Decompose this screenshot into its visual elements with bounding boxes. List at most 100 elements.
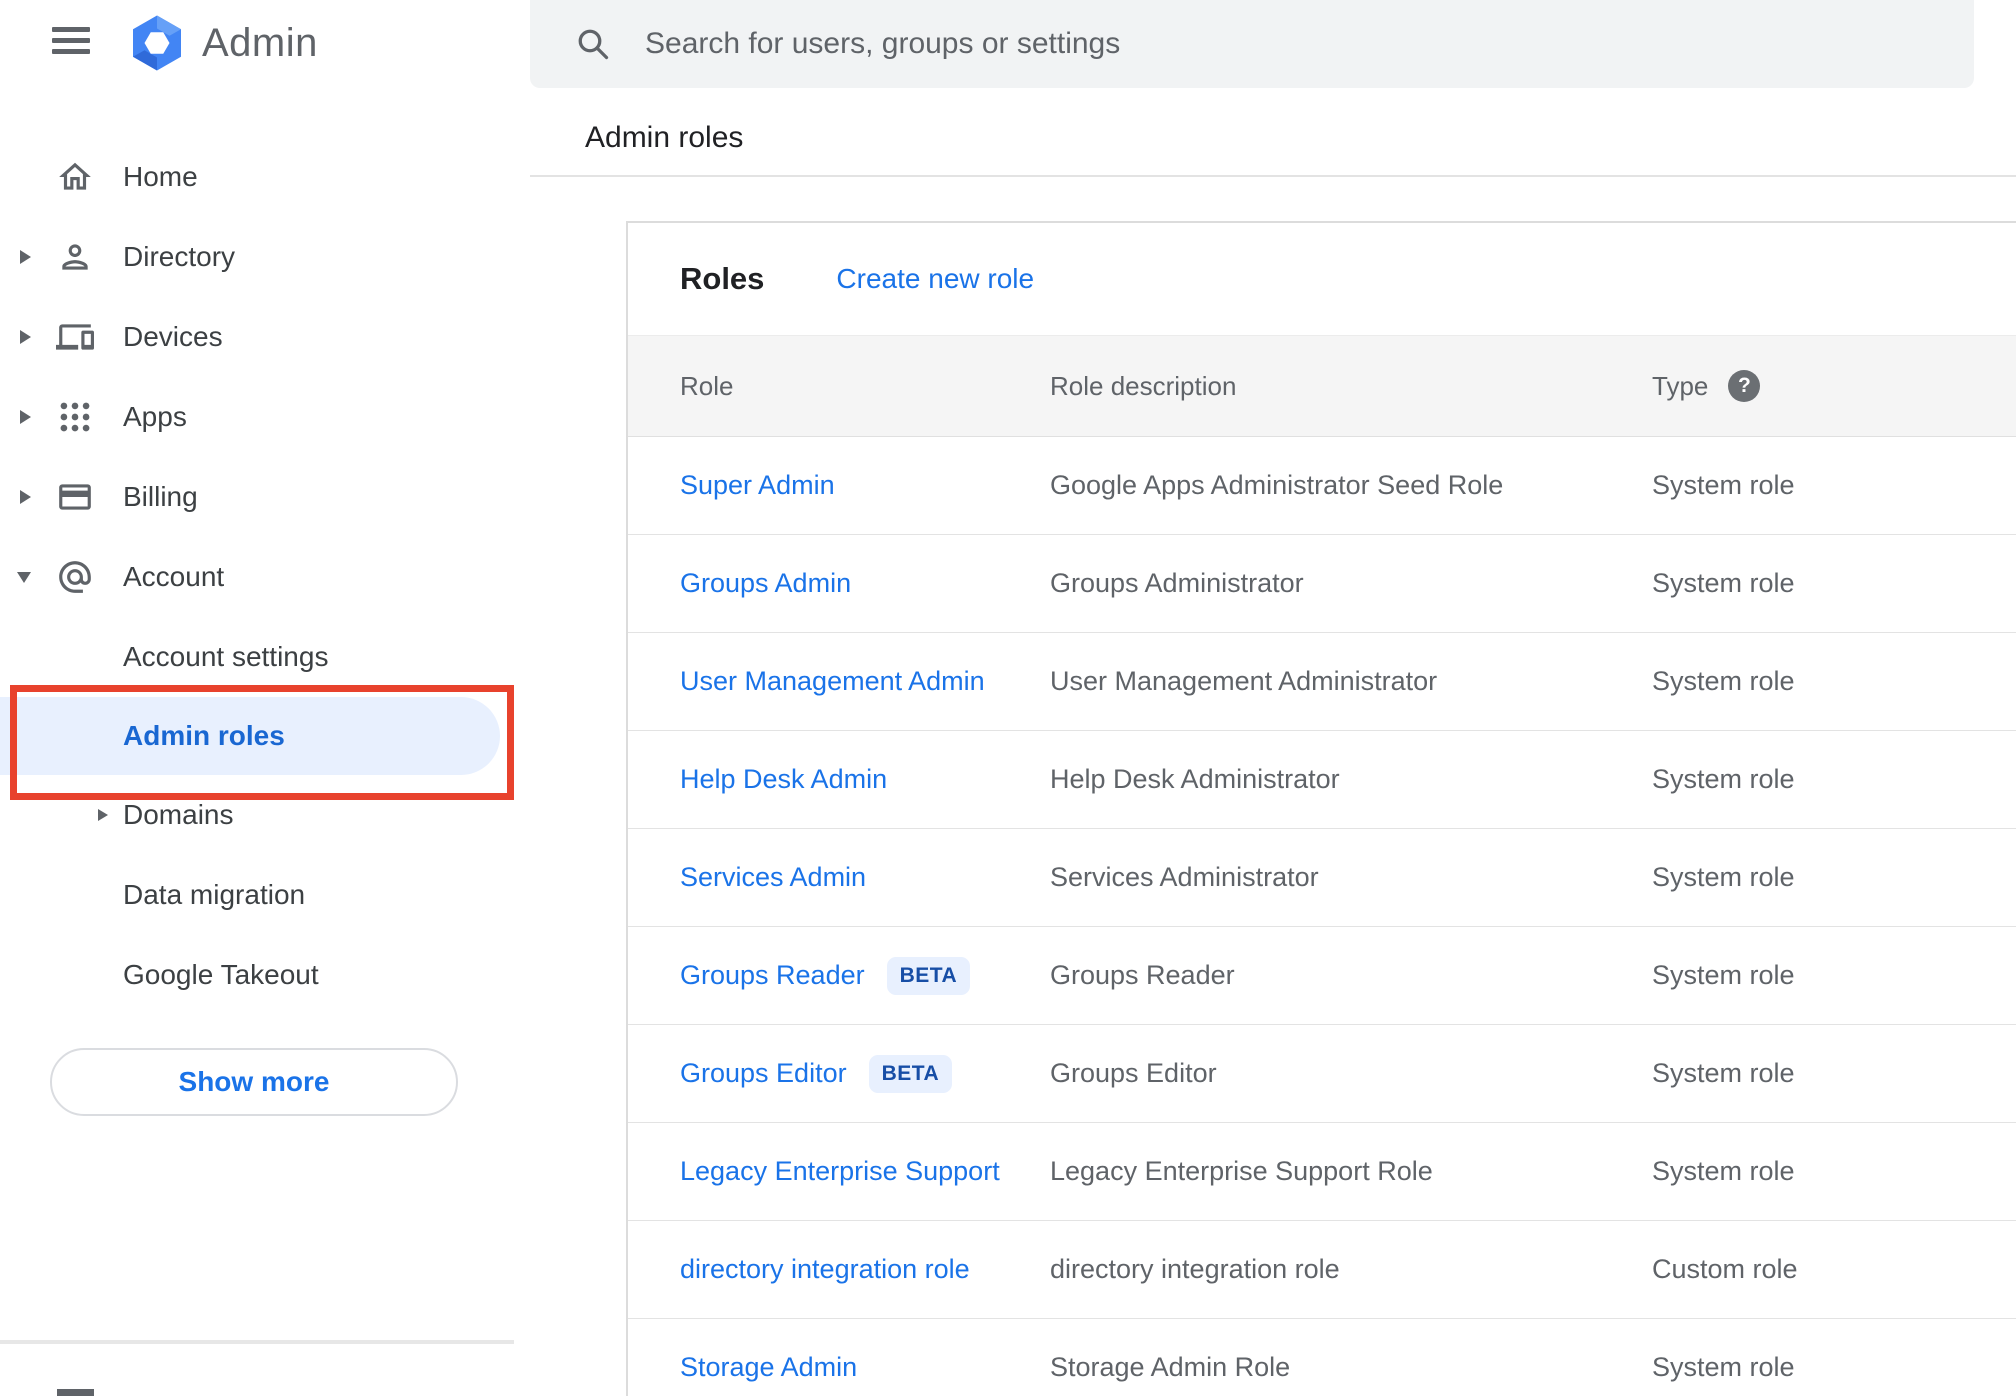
- sidebar-item-label: Home: [123, 161, 198, 192]
- table-row: Services Admin Services Administrator Sy…: [628, 829, 2016, 927]
- sidebar-item-apps[interactable]: Apps: [0, 377, 514, 457]
- sidebar-item-devices[interactable]: Devices: [0, 297, 514, 377]
- role-cell[interactable]: directory integration role: [680, 1221, 970, 1318]
- role-cell[interactable]: Services Admin: [680, 829, 866, 926]
- sidebar-bottom-divider: [0, 1340, 514, 1344]
- role-link[interactable]: Legacy Enterprise Support: [680, 1156, 1000, 1187]
- role-description-cell: Help Desk Administrator: [1050, 764, 1340, 794]
- expand-arrow-icon[interactable]: [98, 809, 108, 821]
- sidebar-nav: Home Directory Devices Apps Billing Acco…: [0, 137, 514, 617]
- menu-icon[interactable]: [52, 27, 90, 60]
- sidebar-item-label: Apps: [123, 401, 187, 432]
- sidebar-subitem-label: Google Takeout: [123, 959, 319, 990]
- breadcrumb: Admin roles: [585, 121, 744, 154]
- expand-arrow-icon[interactable]: [20, 250, 31, 264]
- sidebar-item-directory[interactable]: Directory: [0, 217, 514, 297]
- sidebar-subitem-label: Domains: [123, 799, 234, 830]
- sidebar-item-data-migration[interactable]: Data migration: [0, 855, 514, 935]
- role-description-cell: Google Apps Administrator Seed Role: [1050, 470, 1504, 500]
- column-role: Role: [680, 370, 734, 401]
- sidebar-item-icon: [56, 318, 94, 356]
- sidebar-item-admin-roles[interactable]: Admin roles: [0, 697, 500, 775]
- sidebar-item-billing[interactable]: Billing: [0, 457, 514, 537]
- role-cell[interactable]: Storage Admin: [680, 1319, 857, 1396]
- sidebar-item-label: Account: [123, 561, 225, 592]
- search-input[interactable]: [645, 27, 1974, 61]
- table-row: Help Desk Admin Help Desk Administrator …: [628, 731, 2016, 829]
- sidebar-item-google-takeout[interactable]: Google Takeout: [0, 935, 514, 1015]
- sidebar-item-home[interactable]: Home: [0, 137, 514, 217]
- role-cell[interactable]: Groups Admin: [680, 535, 851, 632]
- search-bar[interactable]: [530, 0, 1974, 88]
- role-cell[interactable]: Super Admin: [680, 437, 835, 534]
- table-row: Super Admin Google Apps Administrator Se…: [628, 437, 2016, 535]
- table-row: User Management Admin User Management Ad…: [628, 633, 2016, 731]
- app-logo: Admin: [126, 12, 318, 74]
- sidebar-item-domains[interactable]: Domains: [0, 775, 514, 855]
- table-header: Role Role description Type ?: [628, 335, 2016, 437]
- role-type-cell: System role: [1652, 666, 1795, 696]
- role-type-cell: System role: [1652, 764, 1795, 794]
- role-cell[interactable]: Legacy Enterprise Support: [680, 1123, 1000, 1220]
- role-cell[interactable]: Help Desk Admin: [680, 731, 887, 828]
- role-description-cell: User Management Administrator: [1050, 666, 1438, 696]
- role-description-cell: Storage Admin Role: [1050, 1352, 1291, 1382]
- column-type: Type ?: [1652, 336, 1761, 436]
- table-row: Storage Admin Storage Admin Role System …: [628, 1319, 2016, 1396]
- role-cell[interactable]: Groups Editor BETA: [680, 1025, 953, 1122]
- role-cell[interactable]: User Management Admin: [680, 633, 985, 730]
- content-divider: [530, 175, 2016, 177]
- table-row: Groups Admin Groups Administrator System…: [628, 535, 2016, 633]
- role-link[interactable]: Storage Admin: [680, 1352, 857, 1383]
- sidebar-item-icon: [56, 398, 94, 436]
- role-cell[interactable]: Groups Reader BETA: [680, 927, 971, 1024]
- role-type-cell: System role: [1652, 470, 1795, 500]
- role-type-cell: System role: [1652, 1352, 1795, 1382]
- sidebar-subitem-label: Data migration: [123, 879, 306, 910]
- expand-arrow-icon[interactable]: [20, 490, 31, 504]
- sidebar-item-icon: [56, 238, 94, 276]
- role-link[interactable]: Super Admin: [680, 470, 835, 501]
- create-new-role-link[interactable]: Create new role: [836, 263, 1034, 295]
- beta-badge: BETA: [868, 1054, 953, 1093]
- role-type-cell: System role: [1652, 960, 1795, 990]
- role-link[interactable]: Groups Reader: [680, 960, 865, 991]
- role-link[interactable]: directory integration role: [680, 1254, 970, 1285]
- role-link[interactable]: Groups Editor: [680, 1058, 847, 1089]
- role-link[interactable]: Services Admin: [680, 862, 866, 893]
- role-link[interactable]: Groups Admin: [680, 568, 851, 599]
- beta-badge: BETA: [886, 956, 971, 995]
- roles-title: Roles: [680, 261, 765, 296]
- role-description-cell: Groups Reader: [1050, 960, 1235, 990]
- sidebar-item-label: Directory: [123, 241, 236, 272]
- sidebar-item-icon: [56, 158, 94, 196]
- role-type-cell: System role: [1652, 862, 1795, 892]
- sidebar-item-icon: [56, 478, 94, 516]
- role-description-cell: Groups Editor: [1050, 1058, 1217, 1088]
- sidebar-item-label: Billing: [123, 481, 198, 512]
- role-type-cell: Custom role: [1652, 1254, 1798, 1284]
- table-row: Legacy Enterprise Support Legacy Enterpr…: [628, 1123, 2016, 1221]
- admin-console-page: Admin Home Directory Devices Apps Billin…: [0, 0, 2016, 1396]
- help-icon[interactable]: ?: [1728, 370, 1761, 402]
- expand-arrow-icon[interactable]: [20, 330, 31, 344]
- table-row: Groups Reader BETA Groups Reader System …: [628, 927, 2016, 1025]
- sidebar-item-account[interactable]: Account: [0, 537, 514, 617]
- table-body: Super Admin Google Apps Administrator Se…: [628, 437, 2016, 1396]
- role-type-cell: System role: [1652, 568, 1795, 598]
- sidebar-account-sublist: Account settings Admin roles Domains Dat…: [0, 617, 514, 1015]
- table-row: Groups Editor BETA Groups Editor System …: [628, 1025, 2016, 1123]
- roles-card: Roles Create new role Role Role descript…: [626, 221, 2016, 1396]
- expand-arrow-icon[interactable]: [17, 571, 31, 583]
- sidebar-subitem-label: Account settings: [123, 641, 329, 672]
- admin-logo-icon: [133, 15, 181, 71]
- sidebar-subitem-label: Admin roles: [123, 720, 285, 751]
- expand-arrow-icon[interactable]: [20, 410, 31, 424]
- role-description-cell: Groups Administrator: [1050, 568, 1304, 598]
- sidebar-item-account-settings[interactable]: Account settings: [0, 617, 514, 697]
- role-link[interactable]: User Management Admin: [680, 666, 985, 697]
- role-link[interactable]: Help Desk Admin: [680, 764, 887, 795]
- search-icon: [578, 29, 609, 60]
- show-more-button[interactable]: Show more: [50, 1048, 458, 1116]
- table-row: directory integration role directory int…: [628, 1221, 2016, 1319]
